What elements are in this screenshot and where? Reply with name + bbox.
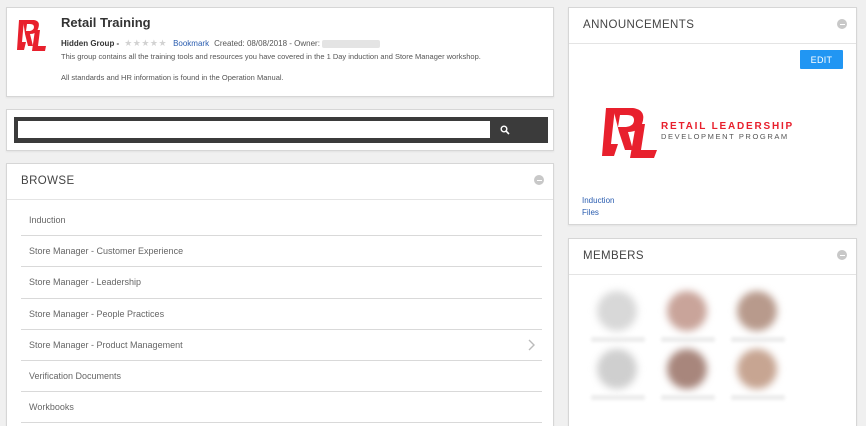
edit-button[interactable]: EDIT [800, 50, 843, 69]
retail-leadership-logo-icon [602, 108, 657, 158]
browse-item-product-management[interactable]: Store Manager - Product Management [21, 330, 542, 361]
browse-item-leadership[interactable]: Store Manager - Leadership [21, 267, 542, 299]
avatar[interactable] [597, 291, 637, 331]
collapse-icon[interactable] [837, 250, 847, 260]
browse-item-label: Workbooks [29, 402, 74, 413]
brand-subtitle: DEVELOPMENT PROGRAM [661, 132, 789, 141]
member-name-redacted [591, 337, 645, 342]
browse-card: BROWSE Induction Store Manager - Custome… [6, 163, 554, 426]
browse-header: BROWSE [7, 164, 553, 200]
browse-item-verification-documents[interactable]: Verification Documents [21, 361, 542, 393]
group-description-line-2: All standards and HR information is foun… [61, 73, 284, 82]
browse-item-label: Store Manager - People Practices [29, 308, 165, 319]
retail-leadership-logo-icon [17, 20, 46, 51]
search-button[interactable] [494, 120, 516, 140]
search-bar [14, 117, 548, 143]
collapse-icon[interactable] [837, 19, 847, 29]
member-name-redacted [731, 337, 785, 342]
rating-stars-icon[interactable]: ★★★★★ [124, 38, 167, 49]
announcements-header: ANNOUNCEMENTS [569, 8, 856, 44]
member-name-redacted [661, 395, 715, 400]
search-card [6, 109, 554, 151]
browse-item-induction[interactable]: Induction [21, 205, 542, 237]
brand-title: RETAIL LEADERSHIP [661, 121, 795, 132]
created-owner-text: Created: 08/08/2018 - Owner: [214, 39, 320, 48]
members-card: MEMBERS [568, 238, 857, 426]
group-meta: Hidden Group - ★★★★★ Bookmark Created: 0… [61, 38, 380, 49]
browse-item-label: Store Manager - Customer Experience [29, 246, 184, 257]
collapse-icon[interactable] [534, 175, 544, 185]
member-name-redacted [731, 395, 785, 400]
files-link[interactable]: Files [582, 208, 599, 217]
visibility-label: Hidden Group - [61, 39, 120, 48]
member-name-redacted [661, 337, 715, 342]
search-icon [500, 125, 510, 135]
group-description-line-1: This group contains all the training too… [61, 52, 481, 61]
bookmark-link[interactable]: Bookmark [173, 39, 209, 48]
search-input[interactable] [18, 121, 490, 138]
avatar[interactable] [737, 291, 777, 331]
avatar[interactable] [597, 349, 637, 389]
group-title: Retail Training [61, 15, 151, 30]
browse-item-people-practices[interactable]: Store Manager - People Practices [21, 299, 542, 330]
browse-item-label: Store Manager - Product Management [29, 339, 183, 350]
member-name-redacted [591, 395, 645, 400]
announcements-card: ANNOUNCEMENTS EDIT RETAIL LEADERSHIP DEV… [568, 7, 857, 225]
members-header: MEMBERS [569, 239, 856, 275]
browse-item-label: Store Manager - Leadership [29, 277, 142, 288]
avatar[interactable] [667, 291, 707, 331]
browse-item-workbooks[interactable]: Workbooks [21, 392, 542, 424]
browse-title: BROWSE [21, 175, 75, 187]
browse-item-customer-experience[interactable]: Store Manager - Customer Experience [21, 236, 542, 268]
chevron-right-icon [528, 339, 535, 351]
avatar[interactable] [737, 349, 777, 389]
browse-item-label: Verification Documents [29, 371, 122, 382]
group-header-card: Retail Training Hidden Group - ★★★★★ Boo… [6, 7, 554, 97]
owner-name-redacted [321, 39, 380, 48]
browse-item-label: Induction [29, 215, 66, 226]
members-title: MEMBERS [583, 250, 644, 262]
avatar[interactable] [667, 349, 707, 389]
induction-link[interactable]: Induction [582, 196, 614, 205]
browse-list: Induction Store Manager - Customer Exper… [21, 205, 542, 424]
announcements-title: ANNOUNCEMENTS [583, 19, 695, 31]
